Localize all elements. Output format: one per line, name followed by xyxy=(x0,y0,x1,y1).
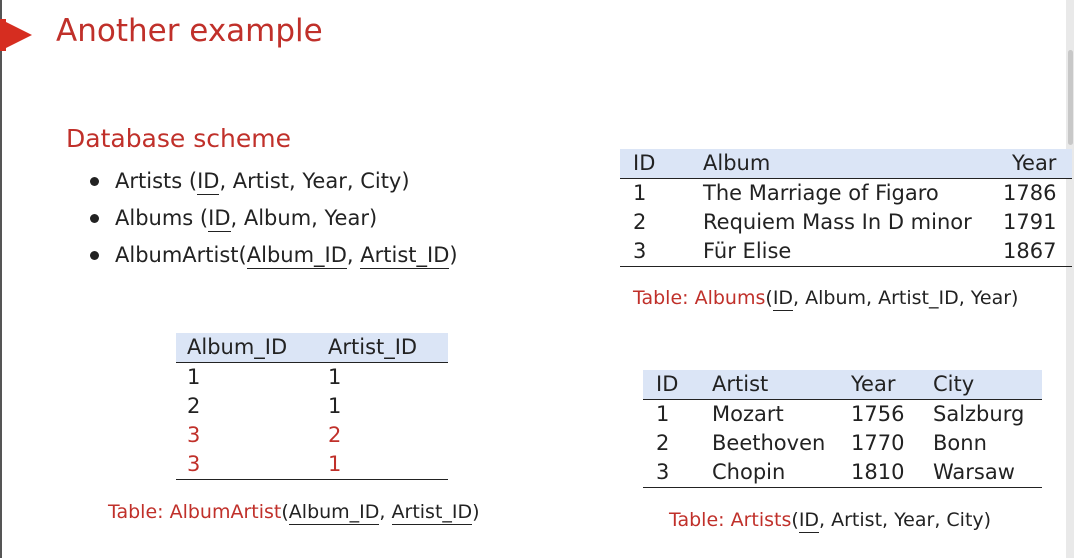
table-cell: 1 xyxy=(176,362,328,392)
table-header-row: Album_ID Artist_ID xyxy=(176,333,448,363)
table-cell: 1 xyxy=(328,394,342,418)
title-marker-icon xyxy=(0,19,32,51)
table-cell: 1810 xyxy=(851,458,933,488)
scheme-list: Artists (ID, Artist, Year, City) Albums … xyxy=(88,166,458,277)
table-cell: Warsaw xyxy=(933,458,1043,488)
table-row: 3 Für Elise 1867 xyxy=(620,237,1073,267)
albums-table: ID Album Year 1 The Marriage of Figaro 1… xyxy=(620,149,1073,267)
table-row: 2 1 xyxy=(176,392,448,421)
table-cell: 2 xyxy=(633,210,647,234)
albumartist-table-caption: Table: AlbumArtist(Album_ID, Artist_ID) xyxy=(108,501,480,525)
table-row-highlighted: 3 1 xyxy=(176,450,448,480)
column-header: ID xyxy=(643,370,712,400)
table-cell: Bonn xyxy=(933,431,987,455)
table-row: 2 Requiem Mass In D minor 1791 xyxy=(620,208,1072,237)
column-header: Artist xyxy=(712,370,851,400)
table-cell: 1 xyxy=(643,399,712,429)
table-row: 1 1 xyxy=(176,362,448,392)
primary-key: Artist_ID xyxy=(360,243,450,269)
table-cell: 2 xyxy=(328,423,342,447)
table-header-row: ID Album Year xyxy=(620,149,1073,179)
scrollbar[interactable] xyxy=(1066,0,1074,558)
list-item: Artists (ID, Artist, Year, City) xyxy=(88,166,458,203)
column-header: Artist_ID xyxy=(328,333,448,363)
table-cell: 3 xyxy=(643,458,712,488)
slide-left-border xyxy=(0,0,2,558)
table-cell: 1 xyxy=(620,178,703,208)
albumartist-table: Album_ID Artist_ID 1 1 2 1 3 2 3 1 xyxy=(176,333,448,480)
table-cell: 2 xyxy=(187,394,201,418)
primary-key: Artist_ID xyxy=(391,501,473,525)
column-header: Album xyxy=(703,149,1003,179)
primary-key: ID xyxy=(208,206,231,232)
table-cell: 3 xyxy=(176,450,328,480)
table-row-highlighted: 3 2 xyxy=(176,421,448,450)
table-cell: Für Elise xyxy=(703,237,1003,267)
artists-table-caption: Table: Artists(ID, Artist, Year, City) xyxy=(669,509,992,533)
table-cell: Chopin xyxy=(712,458,851,488)
table-cell: Mozart xyxy=(712,399,851,429)
table-cell: 3 xyxy=(620,237,703,267)
table-cell: 2 xyxy=(656,431,670,455)
table-cell: 1 xyxy=(328,450,448,480)
table-cell: 1786 xyxy=(1003,178,1073,208)
scrollbar-thumb[interactable] xyxy=(1068,50,1073,145)
table-cell: The Marriage of Figaro xyxy=(703,178,1003,208)
table-cell: Beethoven xyxy=(712,431,826,455)
primary-key: Album_ID xyxy=(246,243,347,269)
primary-key: ID xyxy=(197,169,220,195)
slide-title: Another example xyxy=(56,13,323,49)
column-header: Year xyxy=(1003,149,1073,179)
list-item: AlbumArtist(Album_ID, Artist_ID) xyxy=(88,240,458,277)
primary-key: Album_ID xyxy=(288,501,380,525)
table-row: 1 Mozart 1756 Salzburg xyxy=(643,399,1043,429)
albums-table-caption: Table: Albums(ID, Album, Artist_ID, Year… xyxy=(633,287,1019,311)
table-row: 3 Chopin 1810 Warsaw xyxy=(643,458,1043,488)
column-header: City xyxy=(933,370,1043,400)
column-header: Album_ID xyxy=(176,333,328,363)
table-row: 1 The Marriage of Figaro 1786 xyxy=(620,178,1073,208)
column-header: Year xyxy=(851,370,933,400)
table-cell: 3 xyxy=(187,423,201,447)
table-header-row: ID Artist Year City xyxy=(643,370,1043,400)
table-cell: Salzburg xyxy=(933,399,1043,429)
primary-key: ID xyxy=(798,509,820,533)
table-cell: 1 xyxy=(328,362,448,392)
table-cell: 1791 xyxy=(1003,210,1057,234)
section-title: Database scheme xyxy=(66,124,291,153)
table-row: 2 Beethoven 1770 Bonn xyxy=(643,429,1042,458)
table-cell: 1867 xyxy=(1003,237,1073,267)
column-header: ID xyxy=(620,149,703,179)
table-cell: 1770 xyxy=(851,431,905,455)
primary-key: ID xyxy=(772,287,794,311)
table-cell: Requiem Mass In D minor xyxy=(703,210,972,234)
list-item: Albums (ID, Album, Year) xyxy=(88,203,458,240)
table-cell: 1756 xyxy=(851,399,933,429)
artists-table: ID Artist Year City 1 Mozart 1756 Salzbu… xyxy=(643,370,1043,488)
